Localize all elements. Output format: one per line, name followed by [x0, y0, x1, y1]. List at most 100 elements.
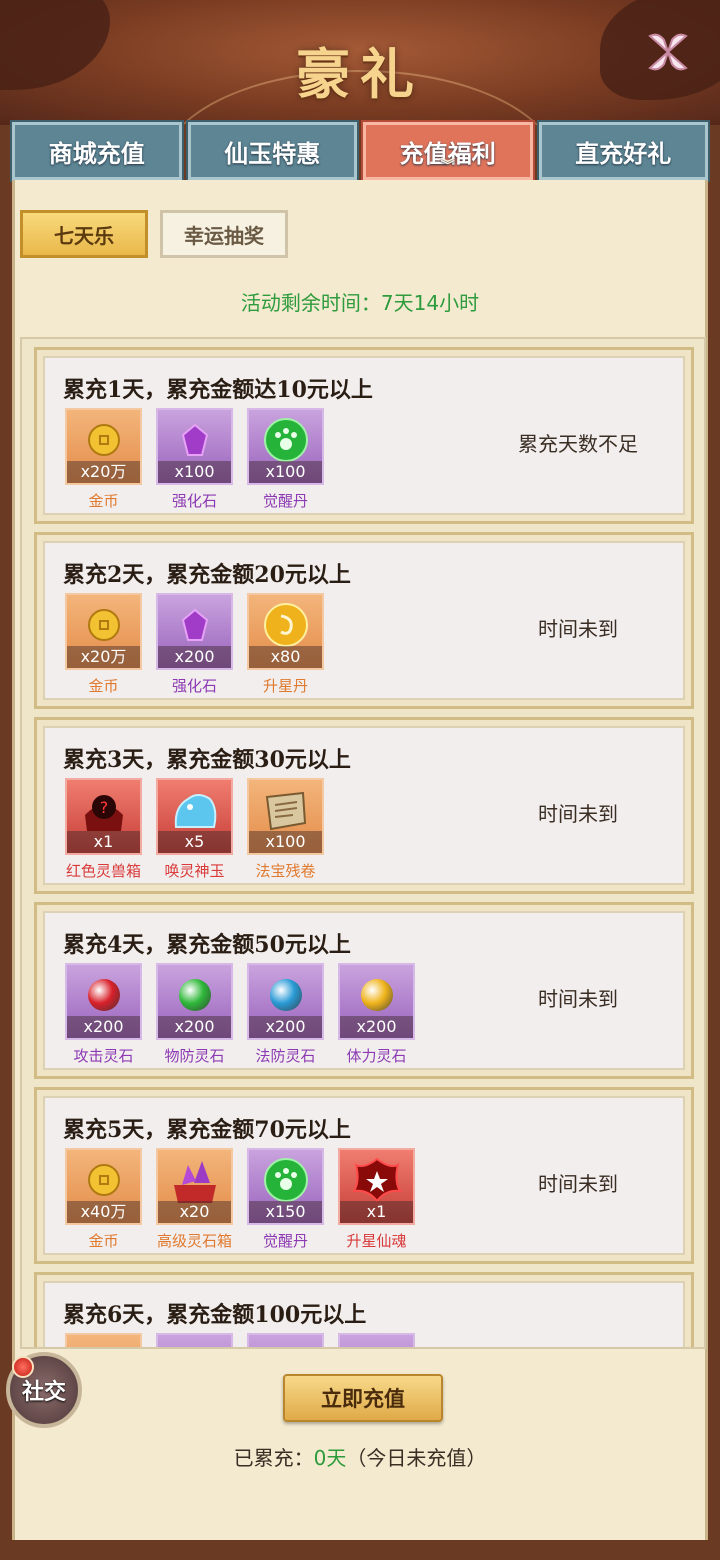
tab-mall-recharge[interactable]: 商城充值 [10, 120, 184, 182]
reward-item[interactable]: x200 体力灵石 [338, 963, 415, 1066]
item-quantity: x200 [158, 646, 231, 668]
main-tabs: 商城充值 仙玉特惠 充值福利 ︾ 直充好礼 [10, 120, 710, 182]
accumulated-label: 已累充： [233, 1446, 314, 1470]
item-quantity: x1 [67, 831, 140, 853]
reward-item[interactable]: x100 觉醒丹 [247, 408, 324, 511]
card-body: 累充6天，累充金额100元以上 [43, 1281, 685, 1347]
reward-item[interactable]: x200 攻击灵石 [65, 963, 142, 1066]
card-title: 累充6天，累充金额100元以上 [63, 1302, 367, 1328]
card-title: 累充2天，累充金额20元以上 [63, 562, 351, 588]
item-frame: ? x1 [65, 778, 142, 855]
reward-item[interactable] [156, 1333, 233, 1347]
accumulated-status: 已累充：0天（今日未充值） [15, 1442, 705, 1471]
awaken-pill-icon [263, 417, 309, 463]
reward-list[interactable]: 累充1天，累充金额达10元以上 x20万 金币 x100 强化石 x100 觉醒丹 累充天数不… [20, 337, 706, 1349]
reward-card: 累充6天，累充金额100元以上 [34, 1272, 694, 1347]
reward-items: x200 攻击灵石 x200 物防灵石 x200 法防灵石 x200 体力灵石 [65, 963, 415, 1066]
reward-item[interactable]: x200 物防灵石 [156, 963, 233, 1066]
notification-dot [12, 1356, 34, 1378]
item-name: 红色灵兽箱 [65, 862, 141, 880]
attack-gem-icon [87, 978, 120, 1011]
item-frame: x5 [156, 778, 233, 855]
card-status: 时间未到 [538, 802, 618, 826]
reward-item[interactable]: ? x1 红色灵兽箱 [65, 778, 142, 881]
tab-label: 仙玉特惠 [224, 138, 321, 168]
item-name: 金币 [88, 677, 119, 695]
star-soul-icon [350, 1155, 404, 1205]
item-name: 高级灵石箱 [156, 1232, 232, 1250]
defense-gem-icon [178, 978, 211, 1011]
page-title: 豪礼 [296, 42, 424, 106]
tab-recharge-welfare[interactable]: 充值福利 ︾ [361, 120, 535, 182]
social-button[interactable]: 社交 [6, 1352, 82, 1428]
reward-item[interactable]: x150 觉醒丹 [247, 1148, 324, 1251]
remaining-time-label: 活动剩余时间： [240, 291, 381, 315]
item-name: 法宝残卷 [255, 862, 316, 880]
item-name: 物防灵石 [164, 1047, 225, 1065]
subtab-lucky-draw[interactable]: 幸运抽奖 [160, 210, 288, 258]
main-panel: 七天乐 幸运抽奖 活动剩余时间：7天14小时 累充1天，累充金额达10元以上 x2… [12, 180, 708, 1540]
reward-item[interactable]: x100 强化石 [156, 408, 233, 511]
reward-item[interactable] [338, 1333, 415, 1347]
card-status: 时间未到 [538, 617, 618, 641]
item-quantity: x200 [249, 1016, 322, 1038]
reward-item[interactable]: x20万金币 [65, 593, 142, 696]
tab-direct-gifts[interactable]: 直充好礼 [536, 120, 710, 182]
tab-jade-deals[interactable]: 仙玉特惠 [185, 120, 359, 182]
reward-item[interactable]: x40万 金币 [65, 1148, 142, 1251]
reward-item[interactable]: x5 唤灵神玉 [156, 778, 233, 881]
reward-item[interactable]: x1 升星仙魂 [338, 1148, 415, 1251]
card-title: 累充3天，累充金额30元以上 [63, 747, 351, 773]
item-name: 升星丹 [262, 677, 308, 695]
item-frame: x200 [156, 593, 233, 670]
item-quantity: x40万 [67, 1201, 140, 1223]
tab-label: 直充好礼 [575, 138, 672, 168]
item-frame [156, 1333, 233, 1347]
item-frame [338, 1333, 415, 1347]
bottom-border [0, 1540, 720, 1560]
item-quantity: x1 [340, 1201, 413, 1223]
reward-item[interactable]: x20万 金币 [65, 408, 142, 511]
close-icon [648, 33, 688, 71]
item-frame: x20万 [65, 408, 142, 485]
item-name: 强化石 [171, 677, 217, 695]
item-quantity: x80 [249, 646, 322, 668]
item-name: 觉醒丹 [262, 492, 308, 510]
item-quantity: x200 [67, 1016, 140, 1038]
remaining-time-value: 7天14小时 [380, 291, 480, 315]
item-name: 觉醒丹 [262, 1232, 308, 1250]
item-frame [247, 1333, 324, 1347]
recharge-now-button[interactable]: 立即充值 [283, 1374, 443, 1422]
item-name: 升星仙魂 [346, 1232, 407, 1250]
beast-chest-icon: ? [77, 785, 131, 835]
item-quantity: x20万 [67, 646, 140, 668]
reward-card: 累充4天，累充金额50元以上 x200 攻击灵石 x200 物防灵石 x200 法防灵石 x2… [34, 902, 694, 1079]
social-label: 社交 [21, 1379, 66, 1405]
reward-item[interactable] [247, 1333, 324, 1347]
star-pill-icon [263, 602, 309, 648]
item-frame: x200 [156, 963, 233, 1040]
item-frame: x100 [156, 408, 233, 485]
item-frame: x150 [247, 1148, 324, 1225]
reward-item[interactable]: x80 升星丹 [247, 593, 324, 696]
item-frame: x200 [247, 963, 324, 1040]
reward-item[interactable] [65, 1333, 142, 1347]
gold-coin-icon [87, 1163, 121, 1197]
reward-item[interactable]: x200 法防灵石 [247, 963, 324, 1066]
close-button[interactable] [644, 28, 692, 76]
item-quantity: x100 [158, 461, 231, 483]
item-quantity: x5 [158, 831, 231, 853]
card-status: 累充天数不足 [518, 432, 638, 456]
reward-item[interactable]: x100 法宝残卷 [247, 778, 324, 881]
card-status: 时间未到 [538, 1172, 618, 1196]
reward-item[interactable]: x200 强化石 [156, 593, 233, 696]
subtab-seven-day[interactable]: 七天乐 [20, 210, 148, 258]
item-frame: x100 [247, 408, 324, 485]
card-body: 累充5天，累充金额70元以上 x40万 金币 x20 高级灵石箱 x150 觉醒丹 x1 升星仙… [43, 1096, 685, 1255]
card-body: 累充3天，累充金额30元以上? x1 红色灵兽箱 x5 唤灵神玉 x100 法宝残卷 时间未到 [43, 726, 685, 885]
awaken-pill-icon [263, 1157, 309, 1203]
item-quantity: x100 [249, 831, 322, 853]
card-title: 累充5天，累充金额70元以上 [63, 1117, 351, 1143]
reward-item[interactable]: x20 高级灵石箱 [156, 1148, 233, 1251]
reward-card: 累充5天，累充金额70元以上 x40万 金币 x20 高级灵石箱 x150 觉醒丹 x1 升星仙… [34, 1087, 694, 1264]
